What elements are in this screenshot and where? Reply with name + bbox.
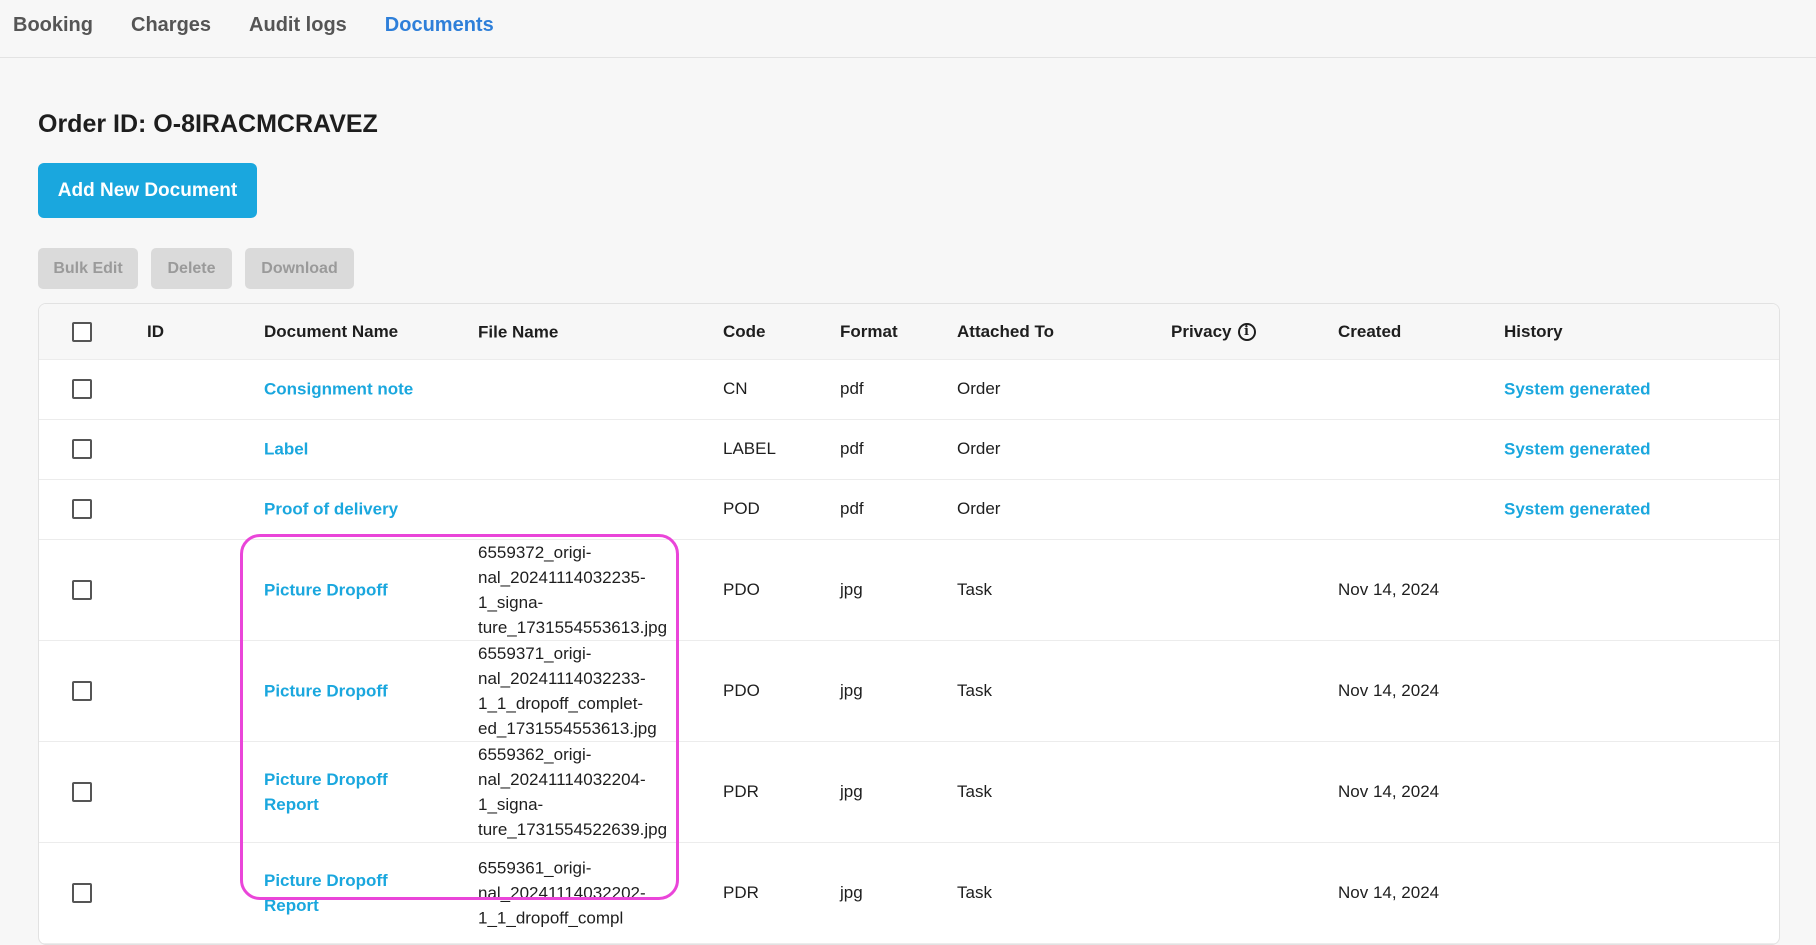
attached-to-cell: Task (957, 680, 992, 700)
format-cell: pdf (840, 499, 864, 518)
code-cell: CN (723, 379, 748, 398)
format-cell: jpg (840, 579, 863, 599)
privacy-label: Privacy (1171, 321, 1232, 341)
attached-to-cell: Task (957, 882, 992, 902)
history-link[interactable]: System generated (1504, 377, 1674, 402)
attached-to-cell: Order (957, 379, 1001, 398)
document-name-link[interactable]: Picture Dropoff (264, 577, 434, 602)
row-checkbox[interactable] (72, 781, 92, 802)
document-name-link[interactable]: Label (264, 437, 434, 462)
code-cell: PDR (723, 882, 759, 902)
created-cell: Nov 14, 2024 (1338, 781, 1440, 801)
column-header-privacy: Privacy i (1171, 322, 1256, 342)
column-header-attached-to: Attached To (957, 321, 1054, 341)
history-link[interactable]: System generated (1504, 497, 1674, 522)
attached-to-cell: Order (957, 439, 1001, 458)
column-header-history: History (1504, 321, 1563, 341)
page-title: Order ID: O-8IRACMCRAVEZ (38, 110, 378, 138)
document-name-link[interactable]: Proof of delivery (264, 497, 434, 522)
format-cell: jpg (840, 882, 863, 902)
table-row: Label LABEL pdf Order System generated (39, 419, 1779, 480)
row-checkbox[interactable] (72, 882, 92, 903)
column-header-id: ID (147, 321, 164, 341)
attached-to-cell: Order (957, 499, 1001, 518)
format-cell: jpg (840, 680, 863, 700)
code-cell: LABEL (723, 439, 776, 458)
format-cell: pdf (840, 379, 864, 398)
file-name-cell: 6559361_origi-nal_20241114032202-1_1_dro… (478, 858, 646, 927)
top-tabs: Booking Charges Audit logs Documents (0, 0, 1816, 58)
code-cell: PDO (723, 680, 760, 700)
document-name-link[interactable]: Picture Dropoff Report (264, 868, 434, 918)
add-new-document-button[interactable]: Add New Document (38, 163, 257, 218)
table-row: Picture Dropoff 6559372_origi-nal_202411… (39, 539, 1779, 641)
row-checkbox[interactable] (72, 680, 92, 701)
table-row: Proof of delivery POD pdf Order System g… (39, 479, 1779, 540)
created-cell: Nov 14, 2024 (1338, 882, 1440, 902)
tab-booking[interactable]: Booking (13, 14, 93, 37)
row-checkbox[interactable] (72, 579, 92, 600)
table-row: Picture Dropoff Report 6559361_origi-nal… (39, 842, 1779, 944)
tab-documents[interactable]: Documents (385, 14, 494, 37)
row-checkbox[interactable] (72, 439, 92, 459)
history-link[interactable]: System generated (1504, 437, 1674, 462)
format-cell: jpg (840, 781, 863, 801)
document-name-link[interactable]: Picture Dropoff Report (264, 767, 434, 817)
bulk-edit-button[interactable]: Bulk Edit (38, 248, 138, 289)
table-row: Picture Dropoff Report 6559362_origi-nal… (39, 741, 1779, 843)
download-button[interactable]: Download (245, 248, 354, 289)
bulk-actions: Bulk Edit Delete Download (38, 248, 354, 289)
file-name-cell: 6559362_origi-nal_20241114032204-1_signa… (478, 744, 668, 839)
document-name-link[interactable]: Picture Dropoff (264, 678, 434, 703)
file-name-cell: 6559372_origi-nal_20241114032235-1_signa… (478, 542, 668, 637)
column-header-file-name: File Name (478, 322, 559, 341)
delete-button[interactable]: Delete (151, 248, 232, 289)
created-cell: Nov 14, 2024 (1338, 680, 1440, 700)
column-header-code: Code (723, 321, 766, 341)
column-header-document-name: Document Name (264, 321, 399, 341)
row-checkbox[interactable] (72, 379, 92, 399)
code-cell: PDR (723, 781, 759, 801)
table-header: ID Document Name File Name Code Format A… (39, 304, 1779, 360)
attached-to-cell: Task (957, 579, 992, 599)
created-cell: Nov 14, 2024 (1338, 579, 1440, 599)
attached-to-cell: Task (957, 781, 992, 801)
select-all-checkbox[interactable] (72, 321, 92, 342)
tab-charges[interactable]: Charges (131, 14, 211, 37)
table-row: Consignment note CN pdf Order System gen… (39, 359, 1779, 420)
table-row: Picture Dropoff 6559371_origi-nal_202411… (39, 640, 1779, 742)
file-name-cell: 6559371_origi-nal_20241114032233-1_1_dro… (478, 643, 657, 738)
column-header-format: Format (840, 321, 898, 341)
row-checkbox[interactable] (72, 499, 92, 519)
column-header-created: Created (1338, 321, 1402, 341)
code-cell: POD (723, 499, 760, 518)
info-icon[interactable]: i (1237, 322, 1256, 341)
format-cell: pdf (840, 439, 864, 458)
tab-audit-logs[interactable]: Audit logs (249, 14, 347, 37)
document-name-link[interactable]: Consignment note (264, 377, 434, 402)
documents-table: ID Document Name File Name Code Format A… (38, 303, 1780, 945)
code-cell: PDO (723, 579, 760, 599)
